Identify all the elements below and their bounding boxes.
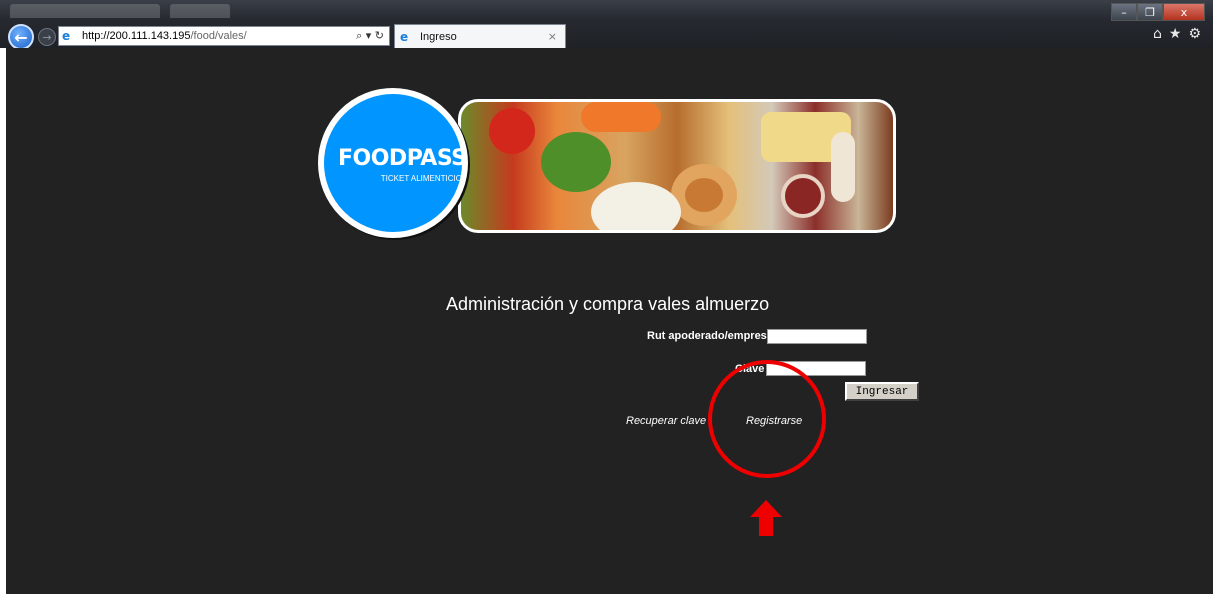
annotation-arrow-icon <box>750 500 782 536</box>
broccoli-shape <box>541 132 611 192</box>
foodpass-logo: FOODPASS TICKET ALIMENTICIO <box>318 88 468 238</box>
forward-button[interactable]: → <box>38 28 56 46</box>
ingresar-button[interactable]: Ingresar <box>845 382 919 401</box>
logo-subtitle: TICKET ALIMENTICIO <box>380 174 462 183</box>
blurred-tab-strip <box>10 4 570 18</box>
tomato-shape <box>489 108 535 154</box>
toolbar-icons: ⌂ ★ ⚙ <box>1153 26 1201 42</box>
address-bar[interactable]: e http://200.111.143.195/food/vales/ ⌕ ▾… <box>58 26 390 46</box>
maximize-button[interactable]: ❐ <box>1137 3 1163 21</box>
rut-label: Rut apoderado/empresa <box>647 330 773 342</box>
rut-input[interactable] <box>767 329 867 344</box>
back-arrow-icon: ← <box>14 27 28 47</box>
tab-close-icon[interactable]: × <box>548 30 557 43</box>
recuperar-clave-link[interactable]: Recuperar clave <box>626 415 706 427</box>
tab-title: Ingreso <box>420 30 457 43</box>
food-banner-image <box>458 99 896 233</box>
forward-arrow-icon: → <box>42 30 52 44</box>
ie-icon: e <box>62 29 71 43</box>
sausage-shape <box>831 132 855 202</box>
ie-tab-icon: e <box>400 29 409 44</box>
milk-bowl-shape <box>591 182 681 230</box>
address-tools[interactable]: ⌕ ▾ ↻ <box>356 29 389 43</box>
logo-title: FOODPASS <box>338 146 467 171</box>
blurred-tab[interactable] <box>10 4 160 18</box>
home-icon[interactable]: ⌂ <box>1153 26 1162 42</box>
favorites-star-icon[interactable]: ★ <box>1169 26 1182 42</box>
page-viewport: FOODPASS TICKET ALIMENTICIO Administraci… <box>6 48 1213 594</box>
blurred-tab[interactable] <box>170 4 230 18</box>
close-window-button[interactable]: x <box>1163 3 1205 21</box>
settings-gear-icon[interactable]: ⚙ <box>1188 26 1201 42</box>
bagel-shape <box>671 164 737 226</box>
url-host: http://200.111.143.195 <box>82 30 191 42</box>
carrot-shape <box>581 102 661 132</box>
url-path: /food/vales/ <box>190 30 247 42</box>
salami-slice-shape <box>781 174 825 218</box>
back-button[interactable]: ← <box>8 24 34 50</box>
window-controls: – ❐ x <box>1111 3 1205 21</box>
page-heading: Administración y compra vales almuerzo <box>446 294 770 314</box>
browser-chrome: – ❐ x ← → e http://200.111.143.195/food/… <box>0 0 1213 50</box>
minimize-button[interactable]: – <box>1111 3 1137 21</box>
tab-ingreso[interactable]: e Ingreso × <box>394 24 566 48</box>
annotation-circle <box>708 360 826 478</box>
